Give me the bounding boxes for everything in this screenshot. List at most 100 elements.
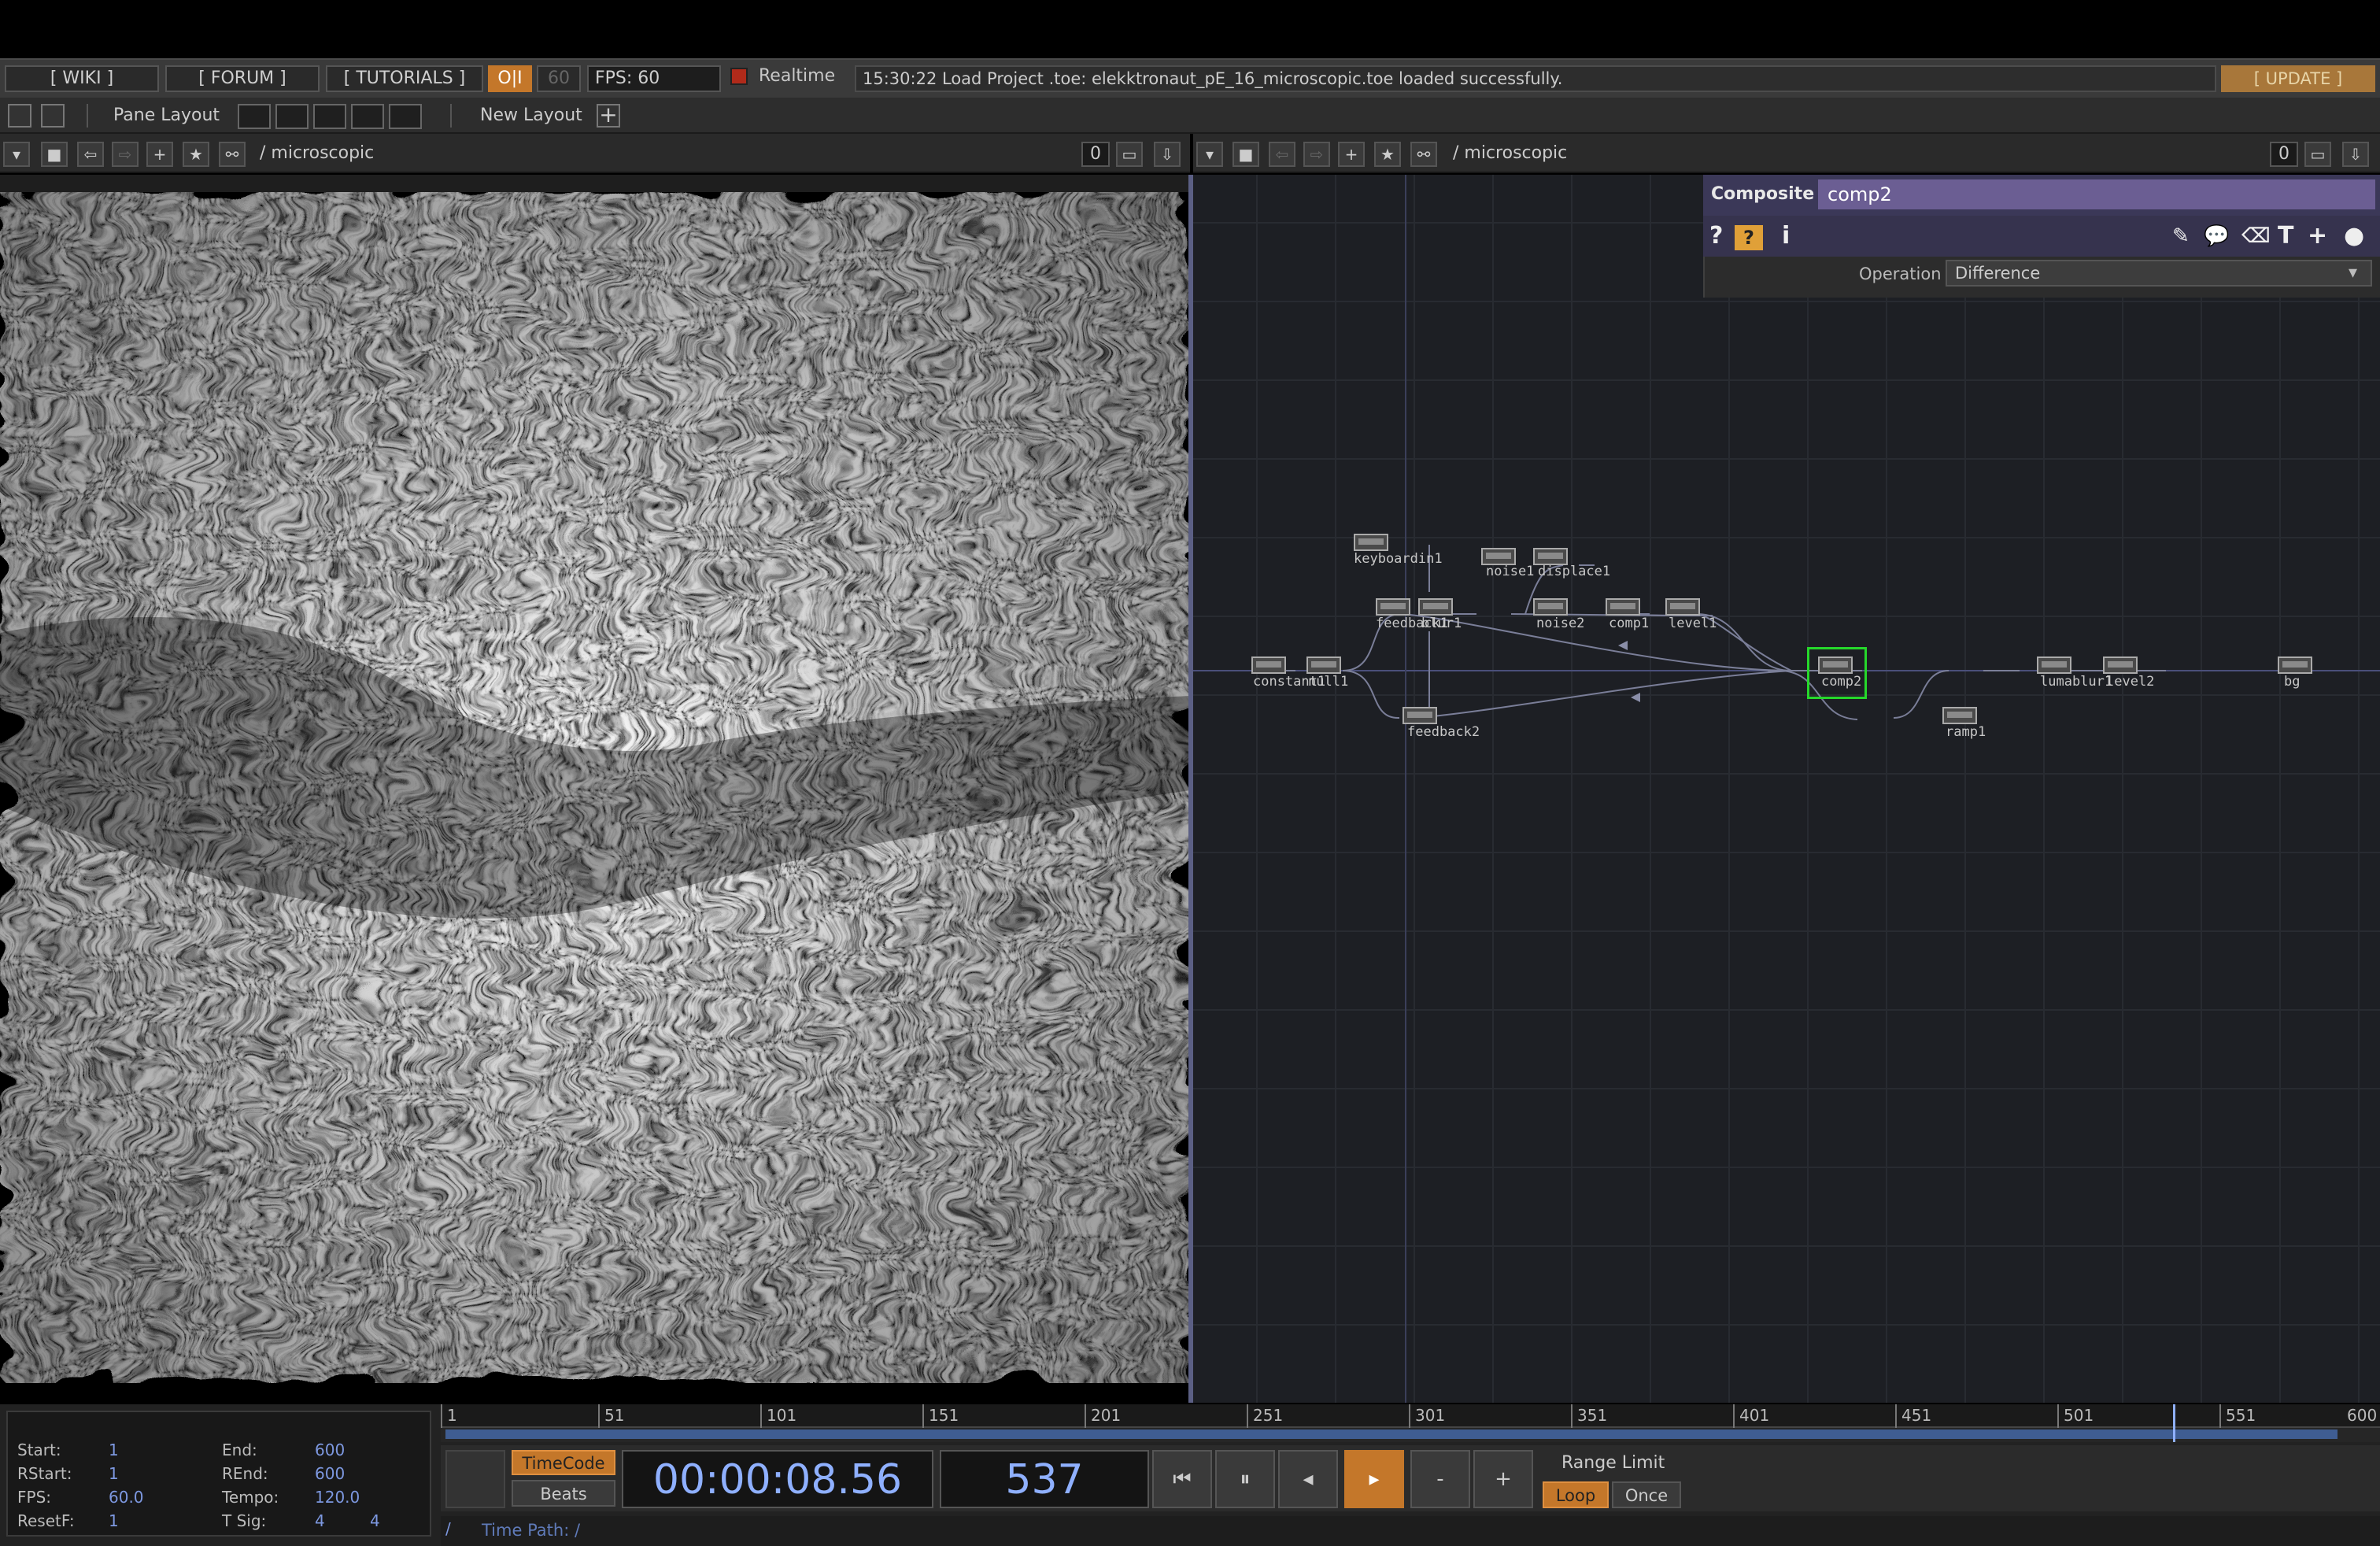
resetf-value[interactable]: 1 <box>109 1511 119 1530</box>
rstart-label: RStart: <box>17 1464 72 1483</box>
star-icon[interactable]: ★ <box>183 142 209 167</box>
maximize-icon[interactable]: ▭ <box>1116 142 1143 167</box>
python-help-icon[interactable]: ? <box>1735 225 1763 250</box>
texture-viewer[interactable] <box>0 175 1190 1383</box>
feedback-node[interactable] <box>1402 707 1437 724</box>
operation-dropdown[interactable]: Difference <box>1946 260 2372 287</box>
network-editor[interactable]: keyboardin1 noise1 displace1 feedback1 b… <box>1193 175 2380 1403</box>
range-bar[interactable] <box>445 1429 2338 1439</box>
add-icon[interactable]: + <box>146 142 173 167</box>
pencil-icon[interactable]: ✎ <box>2172 222 2190 250</box>
back-arrow-icon[interactable]: ⇦ <box>1269 142 1295 167</box>
pane-index[interactable]: 0 <box>2270 142 2298 167</box>
keyboardin-node[interactable] <box>1354 534 1388 551</box>
play-button[interactable]: ▸ <box>1344 1450 1404 1508</box>
link-icon[interactable]: ⚯ <box>219 142 246 167</box>
forum-button[interactable]: [ FORUM ] <box>165 65 320 92</box>
level-node[interactable] <box>2103 656 2138 674</box>
eraser-icon[interactable]: ⌫ <box>2241 222 2271 250</box>
playhead[interactable] <box>2173 1404 2176 1442</box>
layout-four-pane-icon[interactable] <box>389 104 422 129</box>
noise-node[interactable] <box>1533 598 1568 616</box>
layout-single-icon[interactable] <box>238 104 271 129</box>
step-minus-button[interactable]: - <box>1410 1450 1470 1508</box>
constant-node[interactable] <box>1251 656 1286 674</box>
lumablur-node[interactable] <box>2037 656 2071 674</box>
update-button[interactable]: [ UPDATE ] <box>2221 65 2375 92</box>
timeline-ruler[interactable]: 1 51 101 151 201 251 301 351 401 451 501… <box>441 1404 2380 1428</box>
step-plus-button[interactable]: + <box>1473 1450 1533 1508</box>
ruler-tick: 101 <box>760 1404 796 1428</box>
tempo-label: Tempo: <box>222 1488 279 1507</box>
pane-path: / microscopic <box>1453 143 1568 163</box>
help-icon[interactable]: ? <box>1709 222 1723 250</box>
once-toggle[interactable]: Once <box>1612 1481 1681 1508</box>
forward-arrow-icon[interactable]: ⇨ <box>1303 142 1330 167</box>
forward-arrow-icon[interactable]: ⇨ <box>112 142 139 167</box>
add-icon[interactable]: + <box>1338 142 1365 167</box>
pane-layout-bar: Pane Layout New Layout + <box>0 98 2380 134</box>
chevron-down-icon[interactable]: ▾ <box>1196 142 1223 167</box>
stop-icon[interactable]: ■ <box>41 142 68 167</box>
ruler-tick: 551 <box>2219 1404 2256 1428</box>
operator-name-field[interactable]: comp2 <box>1818 179 2375 209</box>
tutorials-button[interactable]: [ TUTORIALS ] <box>326 65 483 92</box>
download-icon[interactable]: ⇩ <box>1154 142 1181 167</box>
frame-display[interactable]: 537 <box>940 1450 1149 1508</box>
tsig-numerator[interactable]: 4 <box>315 1511 325 1530</box>
rstart-value[interactable]: 1 <box>109 1464 119 1483</box>
fps-value[interactable]: 60.0 <box>109 1488 144 1507</box>
stop-icon[interactable]: ■ <box>1232 142 1259 167</box>
null-node[interactable] <box>1306 656 1341 674</box>
rend-value[interactable]: 600 <box>315 1464 345 1483</box>
plus-icon[interactable]: + <box>2308 222 2327 250</box>
anchor-icon[interactable] <box>41 104 65 128</box>
end-value[interactable]: 600 <box>315 1441 345 1459</box>
displace-node[interactable] <box>1533 548 1568 565</box>
tempo-value[interactable]: 120.0 <box>315 1488 360 1507</box>
loop-toggle[interactable]: Loop <box>1543 1481 1609 1508</box>
layout-three-pane-icon[interactable] <box>351 104 384 129</box>
image-icon[interactable] <box>8 104 31 128</box>
node-wires <box>1193 175 2380 1403</box>
timecode-toggle[interactable]: TimeCode <box>512 1450 615 1475</box>
ramp-node[interactable] <box>1942 707 1977 724</box>
timeline-handle[interactable] <box>445 1450 505 1508</box>
layout-split-vertical-icon[interactable] <box>275 104 309 129</box>
pause-button[interactable]: ⏸ <box>1215 1450 1275 1508</box>
back-arrow-icon[interactable]: ⇦ <box>77 142 104 167</box>
link-icon[interactable]: ⚯ <box>1410 142 1437 167</box>
circle-icon[interactable]: ● <box>2344 222 2364 250</box>
pane-index[interactable]: 0 <box>1081 142 1110 167</box>
comp-node-selected[interactable] <box>1818 656 1853 674</box>
tsig-label: T Sig: <box>222 1511 267 1530</box>
chevron-down-icon[interactable]: ▾ <box>3 142 30 167</box>
blur-node[interactable] <box>1418 598 1453 616</box>
perform-mode-toggle[interactable]: O|I <box>488 65 532 92</box>
wiki-button[interactable]: [ WIKI ] <box>5 65 159 92</box>
rewind-button[interactable]: ⏮ <box>1152 1450 1212 1508</box>
fps-limit-field[interactable]: 60 <box>537 65 581 92</box>
timecode-display[interactable]: 00:00:08.56 <box>622 1450 933 1508</box>
download-icon[interactable]: ⇩ <box>2342 142 2369 167</box>
info-icon[interactable]: i <box>1782 222 1790 250</box>
add-layout-button[interactable]: + <box>597 104 620 128</box>
noise-node[interactable] <box>1481 548 1516 565</box>
text-icon[interactable]: T <box>2278 222 2293 250</box>
level-node[interactable] <box>1665 598 1700 616</box>
maximize-icon[interactable]: ▭ <box>2304 142 2331 167</box>
star-icon[interactable]: ★ <box>1374 142 1401 167</box>
start-value[interactable]: 1 <box>109 1441 119 1459</box>
feedback-node[interactable] <box>1376 598 1410 616</box>
comment-icon[interactable]: 💬 <box>2204 222 2229 250</box>
ruler-tick: 351 <box>1571 1404 1607 1428</box>
node-label: bg <box>2284 674 2301 690</box>
bg-node[interactable] <box>2278 656 2312 674</box>
comp-node[interactable] <box>1606 598 1640 616</box>
realtime-checkbox[interactable] <box>730 68 748 85</box>
tsig-denominator[interactable]: 4 <box>370 1511 380 1530</box>
step-back-button[interactable]: ◂ <box>1278 1450 1338 1508</box>
chevron-down-icon[interactable]: ▾ <box>2349 263 2357 283</box>
layout-split-horizontal-icon[interactable] <box>313 104 346 129</box>
beats-toggle[interactable]: Beats <box>512 1480 615 1507</box>
